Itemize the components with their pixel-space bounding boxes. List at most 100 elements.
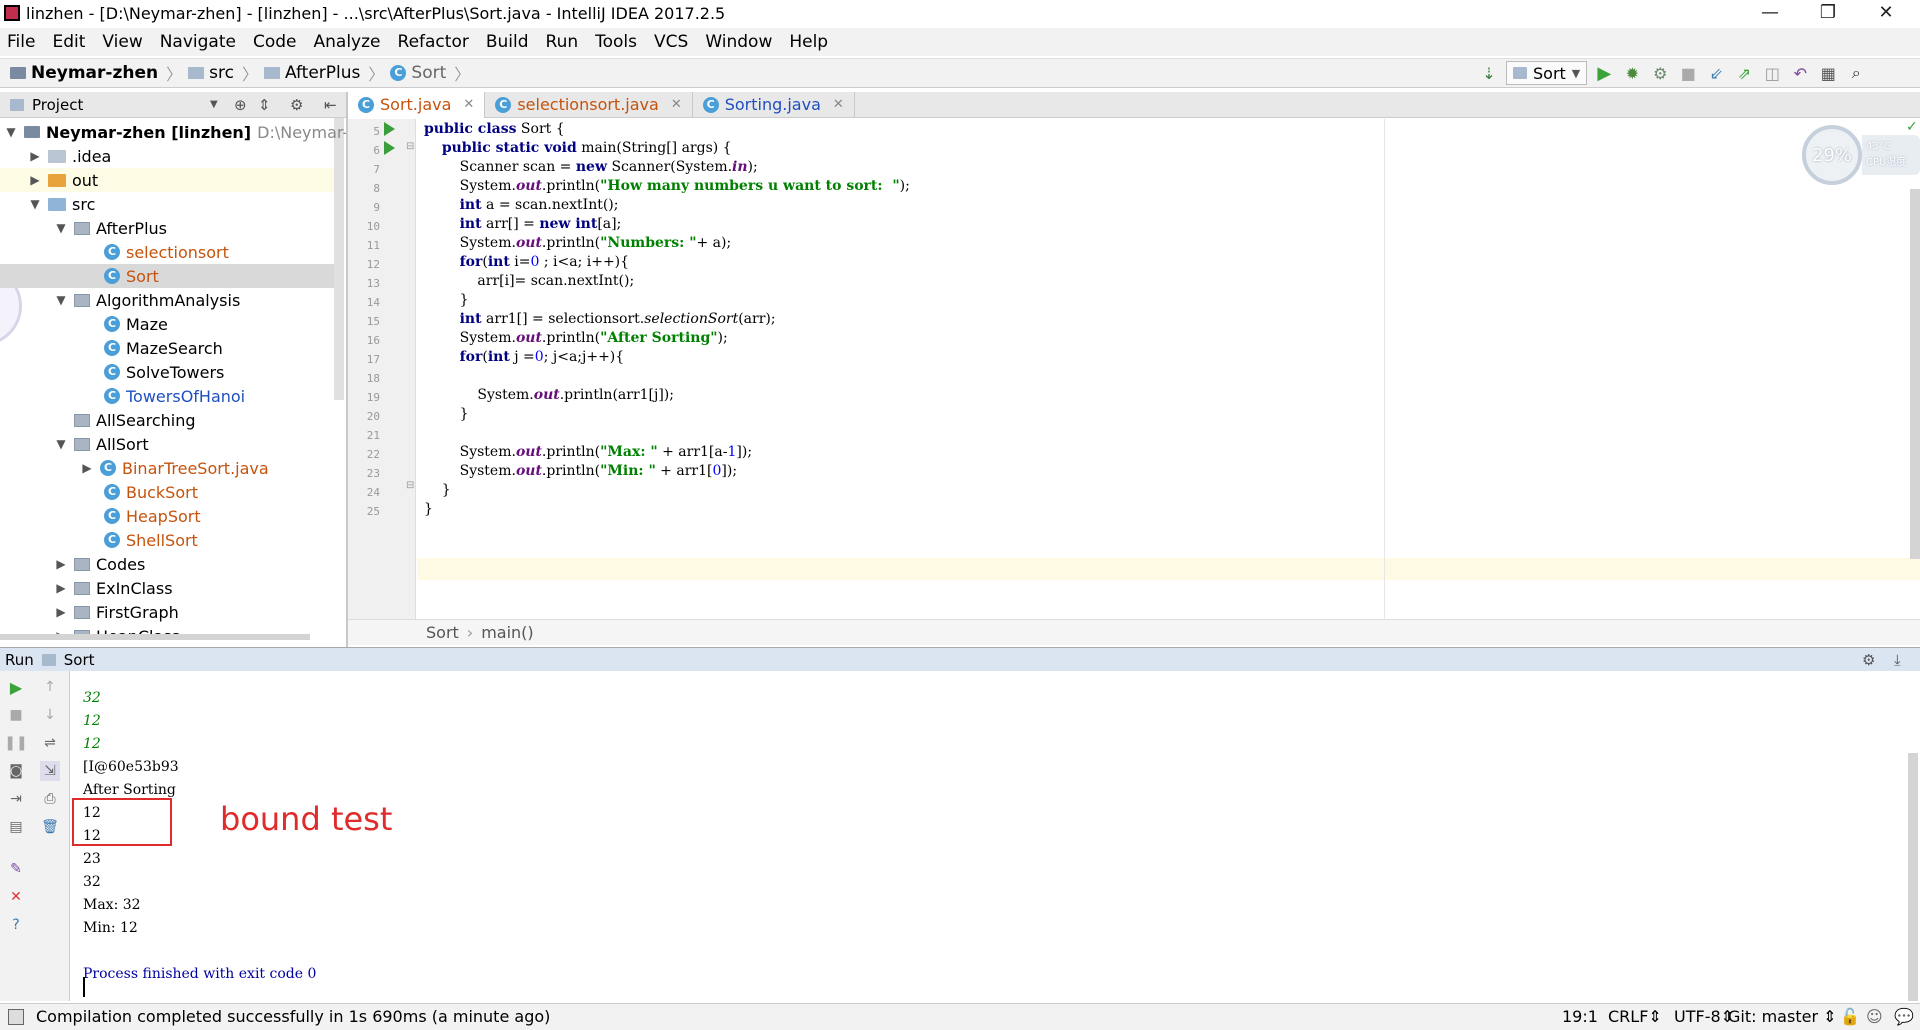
close-icon[interactable]: ✕ [833,97,844,112]
menu-file[interactable]: File [6,32,36,52]
close-button[interactable]: ✕ [1866,2,1906,26]
debug-icon[interactable]: ✹ [1621,62,1643,84]
menu-build[interactable]: Build [485,32,530,52]
minimize-button[interactable]: — [1750,2,1790,26]
tree-item-allsort[interactable]: ▼ AllSort [54,432,148,456]
close-icon[interactable]: ✕ [671,97,682,112]
camera-icon[interactable]: ◙ [6,761,26,781]
tree-root[interactable]: ▼ Neymar-zhen [linzhen] D:\Neymar-zhen [4,120,346,144]
tree-item-src[interactable]: ▼ src [28,192,95,216]
breadcrumb-project[interactable]: Neymar-zhen [10,63,158,83]
vcs-branch-select[interactable]: Git: master ⇕ [1728,1007,1837,1026]
menu-analyze[interactable]: Analyze [313,32,382,52]
fold-icon[interactable]: ⊟ [406,480,414,491]
run-config-select[interactable]: Sort ▼ [1506,61,1588,85]
menu-tools[interactable]: Tools [594,32,638,52]
tree-item-firstgraph[interactable]: ▶ FirstGraph [54,600,178,624]
tree-item-codes[interactable]: ▶ Codes [54,552,145,576]
coverage-icon[interactable]: ⚙ [1649,62,1671,84]
run-method-icon[interactable] [384,141,395,155]
menu-window[interactable]: Window [704,32,773,52]
sort-down-icon[interactable]: ⇣ [1478,62,1500,84]
stop-icon[interactable]: ■ [6,705,26,725]
locate-icon[interactable]: ⊕ [234,96,247,114]
menu-vcs[interactable]: VCS [653,32,689,52]
chevron-down-icon[interactable]: ▼ [210,99,218,110]
tree-item-mazesearch[interactable]: C MazeSearch [104,336,223,360]
menu-view[interactable]: View [101,32,143,52]
arrow-down-icon[interactable]: ↓ [40,705,60,725]
tree-item-towersofhanoi[interactable]: C TowersOfHanoi [104,384,245,408]
revert-icon[interactable]: ↶ [1789,62,1811,84]
tree-item-allsearching[interactable]: AllSearching [74,408,196,432]
run-icon[interactable]: ▶ [1593,62,1615,84]
breadcrumb-class[interactable]: C Sort [390,63,446,83]
stop-icon[interactable]: ■ [1677,62,1699,84]
tree-item-algorithmanalysis[interactable]: ▼ AlgorithmAnalysis [54,288,240,312]
tree-scrollbar[interactable] [334,118,344,400]
project-panel-title[interactable]: Project [32,96,83,114]
menu-run[interactable]: Run [545,32,580,52]
code-editor[interactable]: ⊟ ⊟ 456789101112131415161718192021222324… [348,119,1920,619]
run-panel-label[interactable]: Run [5,651,34,669]
console-scrollbar[interactable] [1908,753,1918,1001]
tab-selectionsort-java[interactable]: C selectionsort.java ✕ [485,91,693,118]
menu-navigate[interactable]: Navigate [159,32,237,52]
caret-position[interactable]: 19:1 [1562,1007,1598,1026]
tree-item-afterplus[interactable]: ▼ AfterPlus [54,216,167,240]
editor-crumb-method[interactable]: main() [481,623,533,642]
breadcrumb-package[interactable]: AfterPlus [263,63,360,83]
tree-item-sort[interactable]: C Sort [0,264,334,288]
menu-code[interactable]: Code [252,32,298,52]
tab-sorting-java[interactable]: C Sorting.java ✕ [693,91,855,118]
fold-icon[interactable]: ⊟ [406,141,414,152]
help-icon[interactable]: ? [6,915,26,935]
menu-help[interactable]: Help [788,32,829,52]
menu-edit[interactable]: Edit [51,32,86,52]
pin-icon[interactable]: ✎ [6,859,26,879]
tree-item-bucksort[interactable]: C BuckSort [104,480,198,504]
print-icon[interactable]: ⎙ [40,789,60,809]
inspector-icon[interactable]: ☺ [1866,1007,1883,1026]
line-separator-select[interactable]: CRLF⇕ [1608,1007,1662,1026]
encoding-select[interactable]: UTF-8⇕ [1674,1007,1734,1026]
tree-item-binartreesort[interactable]: ▶ C BinarTreeSort.java [80,456,268,480]
pause-icon[interactable]: ❚❚ [4,733,27,753]
cpu-monitor-widget[interactable]: 29% 43°C CPU温度 ✓ [1802,119,1920,185]
tree-item-shellsort[interactable]: C ShellSort [104,528,198,552]
menu-refactor[interactable]: Refactor [397,32,470,52]
tree-horizontal-scrollbar[interactable] [0,634,310,640]
tree-item-maze[interactable]: C Maze [104,312,168,336]
gear-icon[interactable]: ⚙ [1862,651,1875,669]
tab-sort-java[interactable]: C Sort.java ✕ [348,91,486,118]
layout-icon[interactable]: ▤ [6,817,26,837]
hide-panel-icon[interactable]: ⤓ [1894,651,1901,669]
vcs-update-icon[interactable]: ⇙ [1705,62,1727,84]
restore-button[interactable]: ❐ [1808,2,1848,26]
arrow-up-icon[interactable]: ↑ [40,677,60,697]
run-class-icon[interactable] [384,122,395,136]
hide-panel-icon[interactable]: ⇤ [324,96,337,114]
tree-item-solvetowers[interactable]: C SolveTowers [104,360,224,384]
scroll-to-end-icon[interactable]: ⇲ [40,761,60,781]
tree-item-idea[interactable]: ▶ .idea [28,144,111,168]
exit-icon[interactable]: ⇥ [6,789,26,809]
soft-wrap-icon[interactable]: ⇌ [40,733,60,753]
gear-icon[interactable]: ⚙ [290,96,303,114]
editor-scrollbar[interactable] [1910,189,1920,559]
event-log-icon[interactable]: 💬 [1894,1007,1914,1026]
collapse-all-icon[interactable]: ⇕ [258,96,271,114]
tool-windows-icon[interactable] [8,1009,24,1025]
close-icon[interactable]: ✕ [6,887,26,907]
search-icon[interactable]: ⌕ [1845,62,1867,84]
tree-item-exinclass[interactable]: ▶ ExInClass [54,576,172,600]
tree-item-heapsort[interactable]: C HeapSort [104,504,201,528]
editor-crumb-class[interactable]: Sort [426,623,459,642]
close-icon[interactable]: ✕ [463,97,474,112]
run-panel-config[interactable]: Sort [64,651,95,669]
lock-icon[interactable]: 🔓 [1840,1007,1860,1026]
vcs-commit-icon[interactable]: ⇗ [1733,62,1755,84]
rerun-icon[interactable]: ▶ [6,677,26,697]
trash-icon[interactable]: 🗑 [40,817,60,837]
project-structure-icon[interactable]: ▦ [1817,62,1839,84]
